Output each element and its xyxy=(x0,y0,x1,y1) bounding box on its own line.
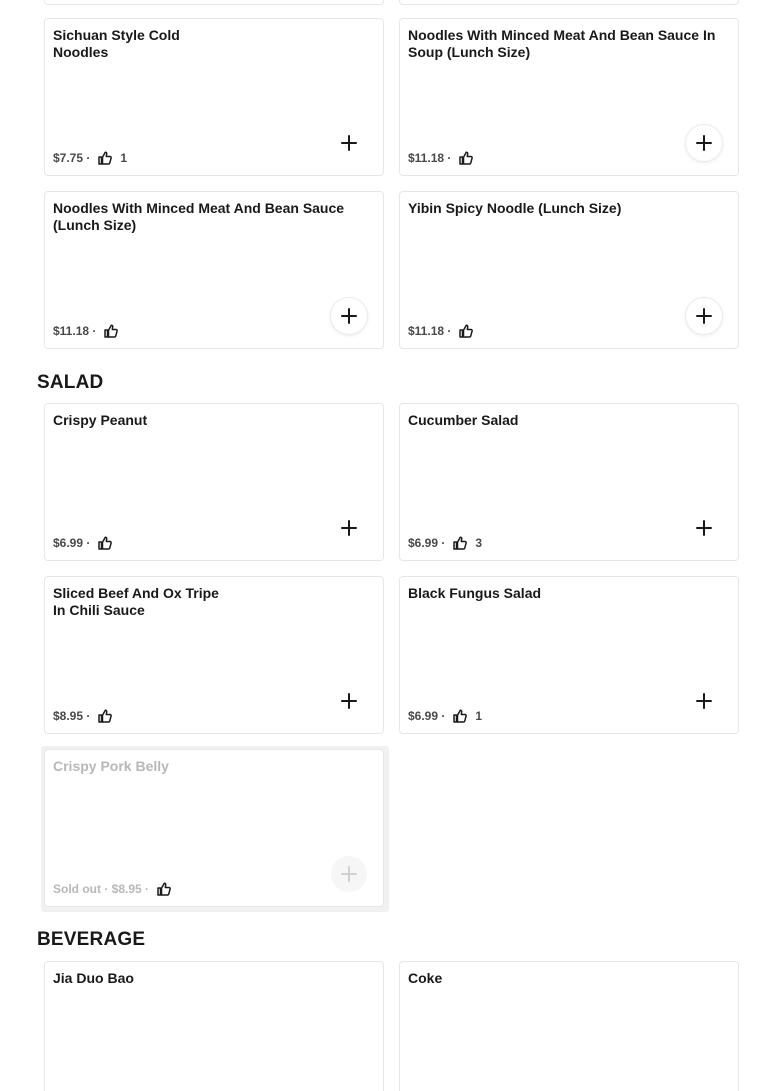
add-to-cart-button[interactable] xyxy=(686,125,722,161)
menu-item-card[interactable]: Sliced Beef And Ox Tripe In Chili Sauce … xyxy=(44,576,384,734)
menu-item-card[interactable]: Coke xyxy=(399,961,739,1091)
item-meta: $7.75 · 1 xyxy=(53,150,127,166)
menu-item-card[interactable]: Noodles With Minced Meat And Bean Sauce … xyxy=(44,191,384,349)
item-name: Noodles With Minced Meat And Bean Sauce … xyxy=(53,200,345,233)
thumbs-up-icon xyxy=(459,151,474,165)
thumbs-up-icon xyxy=(157,882,171,896)
item-meta: $6.99 · 1 xyxy=(408,708,482,724)
add-to-cart-button[interactable] xyxy=(686,510,722,546)
add-to-cart-button[interactable] xyxy=(331,298,367,334)
item-meta: $11.18 · xyxy=(53,323,126,339)
menu-item-card-partial[interactable] xyxy=(399,0,739,5)
section-title-beverage: BEVERAGE xyxy=(37,929,146,950)
item-meta: Sold out · $8.95 · xyxy=(53,881,179,897)
item-like-count: 1 xyxy=(120,151,128,165)
item-name: Cucumber Salad xyxy=(408,412,519,428)
item-meta: $6.99 · xyxy=(53,535,120,551)
plus-icon xyxy=(341,520,357,536)
item-name: Coke xyxy=(408,970,443,986)
add-to-cart-button[interactable] xyxy=(686,298,722,334)
add-to-cart-button[interactable] xyxy=(331,683,367,719)
thumbs-up-icon xyxy=(459,324,474,338)
menu-item-card[interactable]: Black Fungus Salad $6.99 · 1 xyxy=(399,576,739,734)
item-name: Jia Duo Bao xyxy=(53,970,134,986)
add-to-cart-button[interactable] xyxy=(686,683,722,719)
plus-icon xyxy=(341,308,357,324)
section-title-salad: SALAD xyxy=(37,372,104,393)
menu-item-card[interactable]: Cucumber Salad $6.99 · 3 xyxy=(399,403,739,561)
menu-item-card[interactable]: Crispy Peanut $6.99 · xyxy=(44,403,384,561)
plus-icon xyxy=(341,866,357,882)
item-meta: $8.95 · xyxy=(53,708,120,724)
menu-item-card-partial[interactable] xyxy=(44,0,384,5)
thumbs-up-icon xyxy=(98,536,113,550)
menu-item-card-sold-out[interactable]: Crispy Pork Belly Sold out · $8.95 · xyxy=(44,749,384,907)
plus-icon xyxy=(341,135,357,151)
plus-icon xyxy=(696,308,712,324)
item-name: Sliced Beef And Ox Tripe In Chili Sauce xyxy=(53,585,219,618)
menu-item-card[interactable]: Noodles With Minced Meat And Bean Sauce … xyxy=(399,18,739,176)
item-price: $7.75 · xyxy=(53,151,91,165)
item-meta: $11.18 · xyxy=(408,323,481,339)
thumbs-up-icon xyxy=(104,324,119,338)
item-like-count: 3 xyxy=(475,536,483,550)
menu-item-card[interactable]: Jia Duo Bao xyxy=(44,961,384,1091)
item-meta: $11.18 · xyxy=(408,150,481,166)
thumbs-up-icon xyxy=(453,709,468,723)
plus-icon xyxy=(696,135,712,151)
plus-icon xyxy=(696,520,712,536)
item-name: Black Fungus Salad xyxy=(408,585,542,601)
thumbs-up-icon xyxy=(98,151,113,165)
add-to-cart-button-disabled xyxy=(331,856,367,892)
item-name: Noodles With Minced Meat And Bean Sauce … xyxy=(408,27,716,60)
item-name: Crispy Pork Belly xyxy=(53,758,169,774)
add-to-cart-button[interactable] xyxy=(331,125,367,161)
item-price: $11.18 · xyxy=(408,324,452,338)
item-price: $6.99 · xyxy=(53,536,91,550)
add-to-cart-button[interactable] xyxy=(331,510,367,546)
item-price: Sold out · $8.95 · xyxy=(53,882,150,896)
item-price: $11.18 · xyxy=(408,151,452,165)
item-name: Yibin Spicy Noodle (Lunch Size) xyxy=(408,200,622,216)
plus-icon xyxy=(341,693,357,709)
item-like-count: 1 xyxy=(475,709,483,723)
item-name: Sichuan Style Cold Noodles xyxy=(53,27,180,60)
item-price: $11.18 · xyxy=(53,324,97,338)
menu-item-card[interactable]: Yibin Spicy Noodle (Lunch Size) $11.18 · xyxy=(399,191,739,349)
item-price: $6.99 · xyxy=(408,536,446,550)
item-meta: $6.99 · 3 xyxy=(408,535,482,551)
item-name: Crispy Peanut xyxy=(53,412,148,428)
item-price: $6.99 · xyxy=(408,709,446,723)
plus-icon xyxy=(696,693,712,709)
item-price: $8.95 · xyxy=(53,709,91,723)
thumbs-up-icon xyxy=(98,709,113,723)
thumbs-up-icon xyxy=(453,536,468,550)
menu-item-card[interactable]: Sichuan Style Cold Noodles $7.75 · 1 xyxy=(44,18,384,176)
